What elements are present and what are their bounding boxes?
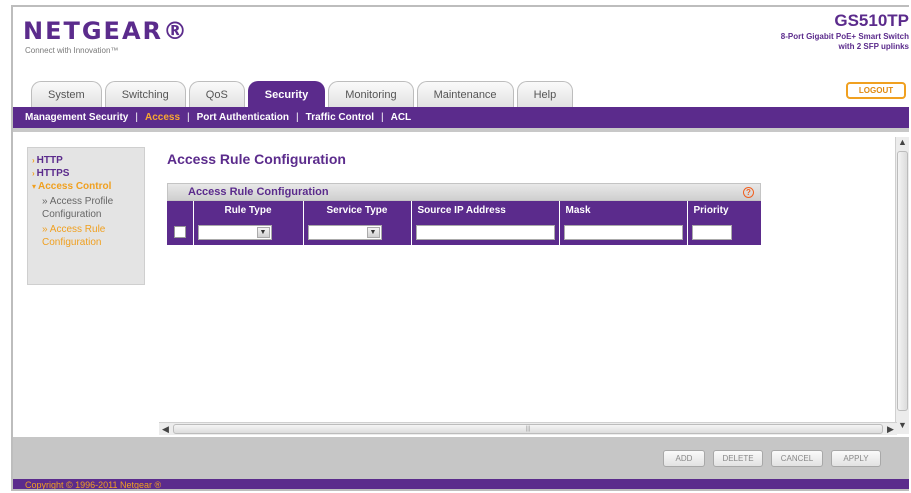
chevron-down-icon[interactable]: ▼ [366,226,380,238]
page-title: Access Rule Configuration [167,151,346,167]
sidebar-item-label: HTTP [36,155,63,166]
column-source-ip: Source IP Address [411,201,560,219]
subnav-access[interactable]: Access [145,112,180,123]
copyright-text: Copyright © 1996-2011 Netgear ® [25,480,162,490]
footer: Copyright © 1996-2011 Netgear ® [13,479,909,490]
subnav-separator: | [187,112,190,123]
horizontal-scroll-thumb[interactable]: ||| [173,424,883,434]
sidebar-item-access-profile[interactable]: » Access Profile Configuration [32,195,140,221]
sub-navigation: Management Security | Access | Port Auth… [13,107,909,128]
sidebar-item-https[interactable]: › HTTPS [32,167,140,180]
panel-title: Access Rule Configuration [188,186,329,198]
subnav-separator: | [135,112,138,123]
subnav-acl[interactable]: ACL [391,112,412,123]
column-service-type: Service Type [303,201,412,219]
rule-type-cell: ▼ [193,219,304,245]
expand-arrow-icon: ▾ [32,182,37,191]
service-type-select[interactable]: ▼ [307,224,382,240]
priority-input[interactable] [691,224,732,240]
sidebar: › HTTP › HTTPS ▾ Access Control » Access Pr… [27,147,145,285]
rule-type-select[interactable]: ▼ [197,224,272,240]
horizontal-scrollbar[interactable]: ◀ ||| ▶ [159,422,897,435]
sidebar-item-access-control[interactable]: ▾ Access Control [32,180,140,193]
delete-button[interactable]: DELETE [713,450,763,467]
logout-button[interactable]: LOGOUT [846,82,906,99]
subnav-separator: | [296,112,299,123]
source-ip-input[interactable] [415,224,555,240]
table-row: ▼ ▼ [167,219,761,245]
tab-monitoring[interactable]: Monitoring [328,81,414,107]
access-rule-panel: Access Rule Configuration ? Rule Type Se… [167,183,761,245]
model-description: 8-Port Gigabit PoE+ Smart Switch with 2 … [739,32,909,52]
panel-header: Access Rule Configuration ? [167,183,761,201]
sidebar-item-label: HTTPS [36,168,70,179]
column-rule-type: Rule Type [193,201,304,219]
tab-switching[interactable]: Switching [104,81,186,107]
scroll-down-icon[interactable]: ▼ [896,420,909,434]
action-button-bar: ADD DELETE CANCEL APPLY [13,437,909,479]
add-button[interactable]: ADD [663,450,705,467]
table-header-row: Rule Type Service Type Source IP Address… [167,201,761,219]
sidebar-item-label: Access Control [38,181,112,192]
netgear-logo[interactable]: NETGEAR® [23,17,189,45]
vertical-scroll-thumb[interactable] [897,151,908,411]
scroll-right-icon[interactable]: ▶ [884,423,897,435]
header: NETGEAR® Connect with Innovation™ GS510T… [13,7,909,115]
subnav-traffic-control[interactable]: Traffic Control [306,112,374,123]
vertical-scrollbar[interactable]: ▲ ▼ [895,137,909,434]
help-icon[interactable]: ? [743,187,754,198]
apply-button[interactable]: APPLY [831,450,881,467]
chevron-down-icon[interactable]: ▼ [256,226,270,238]
cancel-button[interactable]: CANCEL [771,450,823,467]
priority-cell [687,219,761,245]
subnav-management-security[interactable]: Management Security [25,112,128,123]
service-type-cell: ▼ [303,219,412,245]
column-mask: Mask [559,201,688,219]
app-frame: NETGEAR® Connect with Innovation™ GS510T… [11,5,909,491]
scroll-left-icon[interactable]: ◀ [159,423,172,435]
scroll-up-icon[interactable]: ▲ [896,137,909,151]
subnav-separator: | [380,112,384,123]
tab-qos[interactable]: QoS [188,81,245,107]
subnav-underbar [13,128,909,132]
tab-maintenance[interactable]: Maintenance [416,81,514,107]
column-priority: Priority [687,201,761,219]
tab-security[interactable]: Security [247,81,326,107]
tab-help[interactable]: Help [516,81,574,107]
select-cell [167,219,194,245]
tagline: Connect with Innovation™ [25,46,119,55]
bullet-arrow-icon: › [32,156,35,165]
main-tabs: System Switching QoS Security Monitoring… [31,81,576,107]
sidebar-item-http[interactable]: › HTTP [32,154,140,167]
mask-input[interactable] [563,224,683,240]
model-name: GS510TP [834,11,909,30]
subnav-port-authentication[interactable]: Port Authentication [197,112,289,123]
mask-cell [559,219,688,245]
column-select [167,201,194,219]
model-desc-line1: 8-Port Gigabit PoE+ Smart Switch [780,32,909,41]
source-ip-cell [411,219,560,245]
model-desc-line2: with 2 SFP uplinks [838,42,909,51]
bullet-arrow-icon: › [32,169,35,178]
tab-system[interactable]: System [31,81,102,107]
row-checkbox[interactable] [173,226,186,238]
access-rule-table: Rule Type Service Type Source IP Address… [167,201,761,245]
sidebar-item-access-rule[interactable]: » Access Rule Configuration [32,223,140,249]
